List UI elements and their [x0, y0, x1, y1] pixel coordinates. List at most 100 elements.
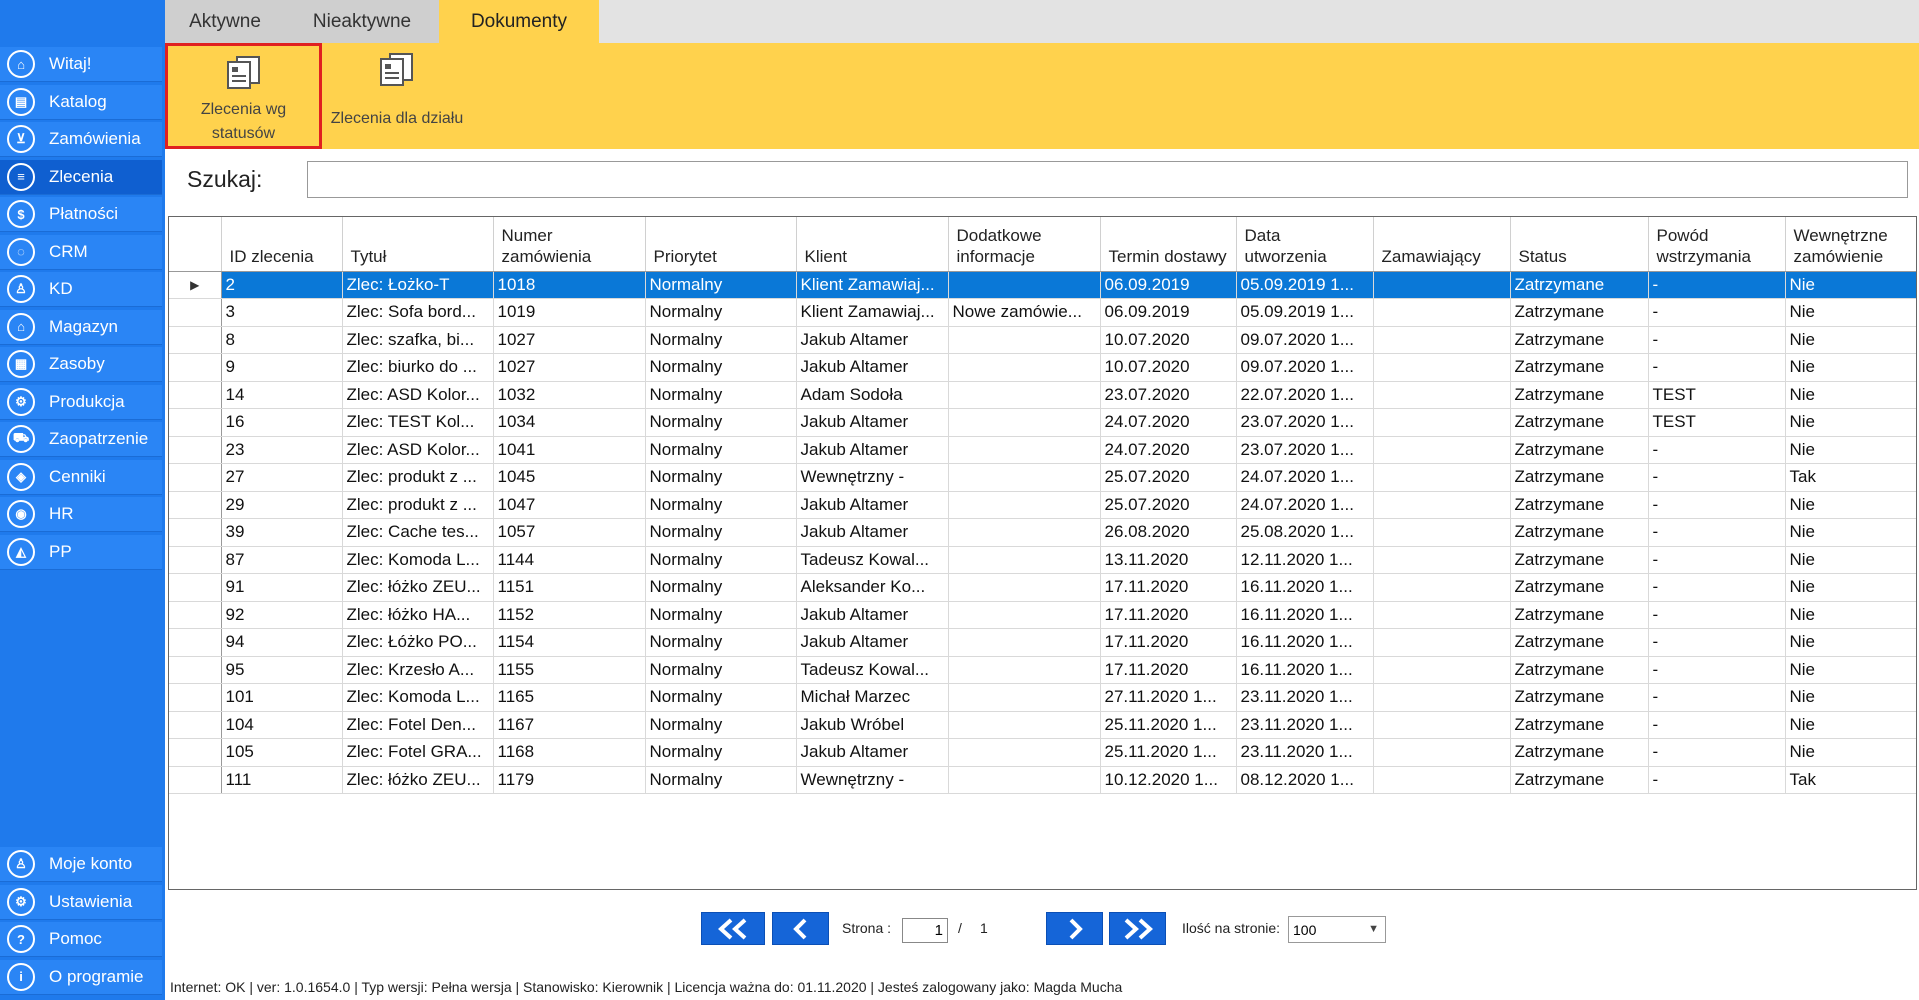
- table-row[interactable]: 23 Zlec: ASD Kolor... 1041 Normalny Jakub Al…: [169, 436, 1916, 464]
- table-row[interactable]: 92 Zlec: łóżko HA... 1152 Normalny Jakub Alt…: [169, 601, 1916, 629]
- table-row[interactable]: 91 Zlec: łóżko ZEU... 1151 Normalny Aleksand…: [169, 573, 1916, 602]
- table-cell: Zatrzymane: [1510, 573, 1649, 602]
- table-cell: 06.09.2019: [1100, 298, 1237, 327]
- table-row[interactable]: 104 Zlec: Fotel Den... 1167 Normalny Jakub W…: [169, 711, 1916, 739]
- orders-for-department-button[interactable]: Zlecenia dla działu: [327, 43, 467, 149]
- sidebar-item-zaopatrzenie[interactable]: ⛟ Zaopatrzenie: [0, 422, 162, 457]
- last-page-button[interactable]: [1109, 912, 1166, 945]
- table-row[interactable]: 3 Zlec: Sofa bord... 1019 Normalny Klient Za…: [169, 298, 1916, 327]
- row-header[interactable]: [169, 408, 222, 437]
- table-row[interactable]: 87 Zlec: Komoda L... 1144 Normalny Tadeusz K…: [169, 546, 1916, 574]
- per-page-select[interactable]: 100 ▼: [1288, 916, 1386, 943]
- sidebar-item-crm[interactable]: ◌ CRM: [0, 234, 162, 270]
- row-header[interactable]: [169, 573, 222, 602]
- table-cell: Jakub Wróbel: [796, 711, 949, 739]
- sidebar-item-cenniki[interactable]: ◈ Cenniki: [0, 459, 162, 495]
- first-page-button[interactable]: [701, 912, 765, 945]
- sidebar-item-katalog[interactable]: ▤ Katalog: [0, 84, 162, 120]
- sidebar-item-moje-konto[interactable]: ♙ Moje konto: [0, 847, 162, 882]
- row-header[interactable]: ▶: [169, 271, 222, 299]
- tab-nieaktywne[interactable]: Nieaktywne: [285, 0, 439, 43]
- table-cell: [948, 271, 1101, 299]
- table-row[interactable]: 16 Zlec: TEST Kol... 1034 Normalny Jakub Alt…: [169, 408, 1916, 437]
- orders-grid[interactable]: ID zlecenia Tytuł Numer zamówienia Prioryte…: [168, 216, 1917, 890]
- page-number-input[interactable]: [902, 918, 948, 943]
- table-row[interactable]: 95 Zlec: Krzesło A... 1155 Normalny Tadeusz …: [169, 656, 1916, 684]
- sidebar-item-zasoby[interactable]: ▦ Zasoby: [0, 347, 162, 382]
- row-header[interactable]: [169, 683, 222, 712]
- row-header[interactable]: [169, 546, 222, 574]
- table-row[interactable]: 105 Zlec: Fotel GRA... 1168 Normalny Jakub A…: [169, 738, 1916, 767]
- sidebar-item-zlecenia[interactable]: ≡ Zlecenia: [0, 159, 162, 195]
- table-cell: 12.11.2020 1...: [1236, 546, 1374, 574]
- table-row[interactable]: ▶ 2 Zlec: Łożko-T 1018 Normalny Klient Zamawi…: [169, 271, 1916, 299]
- sidebar-item-magazyn[interactable]: ⌂ Magazyn: [0, 309, 162, 345]
- sidebar-item-pp[interactable]: ◭ PP: [0, 534, 162, 570]
- column-header[interactable]: Zamawiający: [1373, 217, 1511, 272]
- column-header[interactable]: Powód wstrzymania: [1648, 217, 1786, 272]
- dollar-icon: $: [7, 200, 35, 228]
- table-cell: -: [1648, 491, 1786, 519]
- chevron-right-icon: [1069, 918, 1083, 939]
- sidebar-item-witaj-[interactable]: ⌂ Witaj!: [0, 47, 162, 82]
- table-cell: Normalny: [645, 628, 797, 657]
- next-page-button[interactable]: [1046, 912, 1103, 945]
- row-header[interactable]: [169, 381, 222, 409]
- tab-dokumenty[interactable]: Dokumenty: [439, 0, 599, 43]
- table-cell: 1018: [493, 271, 646, 299]
- row-header[interactable]: [169, 463, 222, 492]
- table-cell: Nie: [1785, 546, 1916, 574]
- tab-aktywne[interactable]: Aktywne: [165, 0, 285, 43]
- table-cell: [1373, 628, 1511, 657]
- sidebar-item-hr[interactable]: ◉ HR: [0, 497, 162, 532]
- table-cell: 29: [221, 491, 343, 519]
- prev-page-button[interactable]: [772, 912, 829, 945]
- table-cell: [948, 573, 1101, 602]
- table-cell: Tak: [1785, 463, 1916, 492]
- sidebar-item-płatności[interactable]: $ Płatności: [0, 197, 162, 232]
- table-row[interactable]: 111 Zlec: łóżko ZEU... 1179 Normalny Wewnętr…: [169, 766, 1916, 794]
- column-header[interactable]: Termin dostawy: [1100, 217, 1237, 272]
- sidebar-item-zamówienia[interactable]: ⊻ Zamówienia: [0, 122, 162, 157]
- sidebar-item-kd[interactable]: ♙ KD: [0, 272, 162, 307]
- row-header[interactable]: [169, 601, 222, 629]
- table-row[interactable]: 14 Zlec: ASD Kolor... 1032 Normalny Adam Sod…: [169, 381, 1916, 409]
- table-cell: Zlec: biurko do ...: [342, 353, 494, 382]
- row-header[interactable]: [169, 518, 222, 547]
- orders-by-status-button[interactable]: Zlecenia wg statusów: [165, 43, 322, 149]
- column-header[interactable]: Tytuł: [342, 217, 494, 272]
- table-row[interactable]: 39 Zlec: Cache tes... 1057 Normalny Jakub Al…: [169, 518, 1916, 547]
- search-input[interactable]: [307, 161, 1908, 198]
- sidebar-item-o-programie[interactable]: i O programie: [0, 959, 162, 995]
- table-cell: 1047: [493, 491, 646, 519]
- column-header[interactable]: Numer zamówienia: [493, 217, 646, 272]
- row-header[interactable]: [169, 628, 222, 657]
- table-row[interactable]: 8 Zlec: szafka, bi... 1027 Normalny Jakub Al…: [169, 326, 1916, 354]
- column-header[interactable]: Wewnętrzne zamówienie: [1785, 217, 1916, 272]
- column-header[interactable]: Status: [1510, 217, 1649, 272]
- table-cell: 105: [221, 738, 343, 767]
- row-header[interactable]: [169, 766, 222, 794]
- row-header[interactable]: [169, 491, 222, 519]
- table-row[interactable]: 27 Zlec: produkt z ... 1045 Normalny Wewnętr…: [169, 463, 1916, 492]
- row-header[interactable]: [169, 353, 222, 382]
- table-cell: 1045: [493, 463, 646, 492]
- row-header[interactable]: [169, 436, 222, 464]
- column-header[interactable]: Priorytet: [645, 217, 797, 272]
- column-header[interactable]: ID zlecenia: [221, 217, 343, 272]
- table-row[interactable]: 29 Zlec: produkt z ... 1047 Normalny Jakub A…: [169, 491, 1916, 519]
- row-header[interactable]: [169, 738, 222, 767]
- row-header[interactable]: [169, 656, 222, 684]
- column-header[interactable]: Dodatkowe informacje: [948, 217, 1101, 272]
- row-header[interactable]: [169, 326, 222, 354]
- sidebar-item-produkcja[interactable]: ⚙ Produkcja: [0, 384, 162, 420]
- column-header[interactable]: Data utworzenia: [1236, 217, 1374, 272]
- table-row[interactable]: 9 Zlec: biurko do ... 1027 Normalny Jakub Al…: [169, 353, 1916, 382]
- table-row[interactable]: 101 Zlec: Komoda L... 1165 Normalny Michał M…: [169, 683, 1916, 712]
- column-header[interactable]: Klient: [796, 217, 949, 272]
- row-header[interactable]: [169, 711, 222, 739]
- table-cell: -: [1648, 298, 1786, 327]
- row-header[interactable]: [169, 298, 222, 327]
- table-cell: [948, 766, 1101, 794]
- table-row[interactable]: 94 Zlec: Łóżko PO... 1154 Normalny Jakub Alt…: [169, 628, 1916, 657]
